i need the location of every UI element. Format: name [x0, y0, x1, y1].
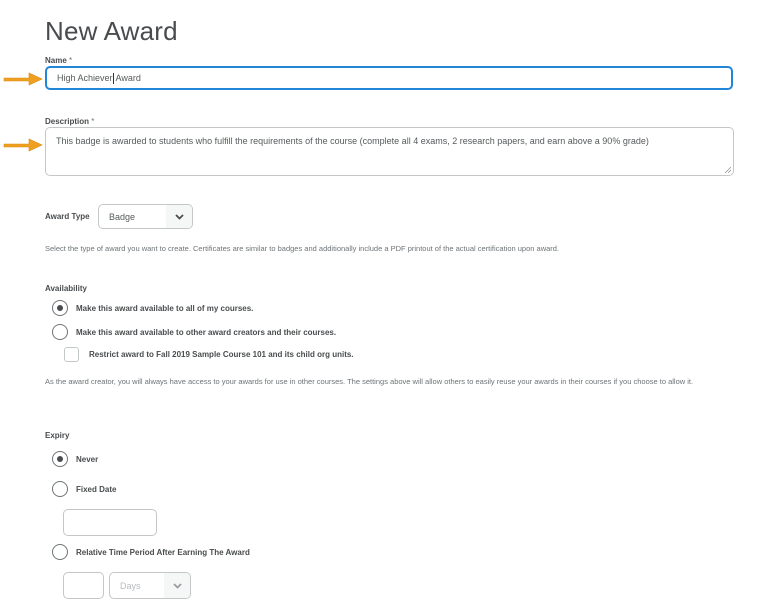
- page-title: New Award: [45, 16, 178, 46]
- chevron-down-icon: [164, 573, 190, 598]
- restrict-award-checkbox[interactable]: [64, 347, 79, 362]
- radio-button[interactable]: [52, 324, 68, 340]
- description-label-text: Description: [45, 117, 90, 126]
- availability-help-text: As the award creator, you will always ha…: [45, 377, 694, 386]
- name-label-text: Name: [45, 56, 67, 65]
- availability-label: Availability: [45, 284, 87, 293]
- expiry-option-fixed-date[interactable]: Fixed Date: [52, 481, 116, 497]
- radio-button[interactable]: [52, 481, 68, 497]
- radio-label: Make this award available to all of my c…: [76, 303, 254, 313]
- award-type-select[interactable]: Badge: [98, 204, 193, 229]
- checkbox-label: Restrict award to Fall 2019 Sample Cours…: [89, 350, 354, 359]
- radio-button-selected[interactable]: [52, 300, 68, 316]
- award-type-help-text: Select the type of award you want to cre…: [45, 244, 560, 253]
- name-label: Name *: [45, 56, 72, 65]
- name-input[interactable]: High Achiever Award: [45, 66, 733, 90]
- award-type-label: Award Type: [45, 212, 90, 221]
- radio-dot: [57, 456, 63, 462]
- award-type-selected-value: Badge: [109, 211, 136, 222]
- radio-label: Fixed Date: [76, 484, 117, 494]
- required-mark: *: [91, 117, 95, 126]
- availability-option-other-creators[interactable]: Make this award available to other award…: [52, 324, 336, 340]
- description-text: This badge is awarded to students who fu…: [56, 136, 649, 146]
- fixed-date-input[interactable]: [63, 509, 157, 536]
- annotation-arrow-icon: [3, 72, 43, 86]
- name-input-text-before: High Achiever: [57, 73, 113, 83]
- radio-button-selected[interactable]: [52, 451, 68, 467]
- relative-unit-select[interactable]: Days: [109, 572, 191, 599]
- restrict-award-option[interactable]: Restrict award to Fall 2019 Sample Cours…: [64, 347, 354, 362]
- chevron-down-icon: [166, 205, 192, 228]
- availability-option-all-courses[interactable]: Make this award available to all of my c…: [52, 300, 253, 316]
- relative-unit-selected-value: Days: [120, 580, 141, 591]
- resize-handle-icon[interactable]: [724, 166, 731, 173]
- radio-label: Make this award available to other award…: [76, 327, 337, 337]
- name-input-text-after: Award: [113, 73, 141, 83]
- radio-button[interactable]: [52, 544, 68, 560]
- required-mark: *: [69, 56, 73, 65]
- radio-dot: [57, 305, 63, 311]
- radio-label: Never: [76, 454, 99, 464]
- radio-label: Relative Time Period After Earning The A…: [76, 547, 250, 557]
- relative-amount-input[interactable]: [63, 572, 104, 599]
- annotation-arrow-icon: [3, 138, 43, 152]
- description-label: Description *: [45, 117, 94, 126]
- expiry-option-never[interactable]: Never: [52, 451, 98, 467]
- expiry-label: Expiry: [45, 431, 70, 440]
- description-textarea[interactable]: This badge is awarded to students who fu…: [45, 127, 734, 176]
- expiry-option-relative-period[interactable]: Relative Time Period After Earning The A…: [52, 544, 250, 560]
